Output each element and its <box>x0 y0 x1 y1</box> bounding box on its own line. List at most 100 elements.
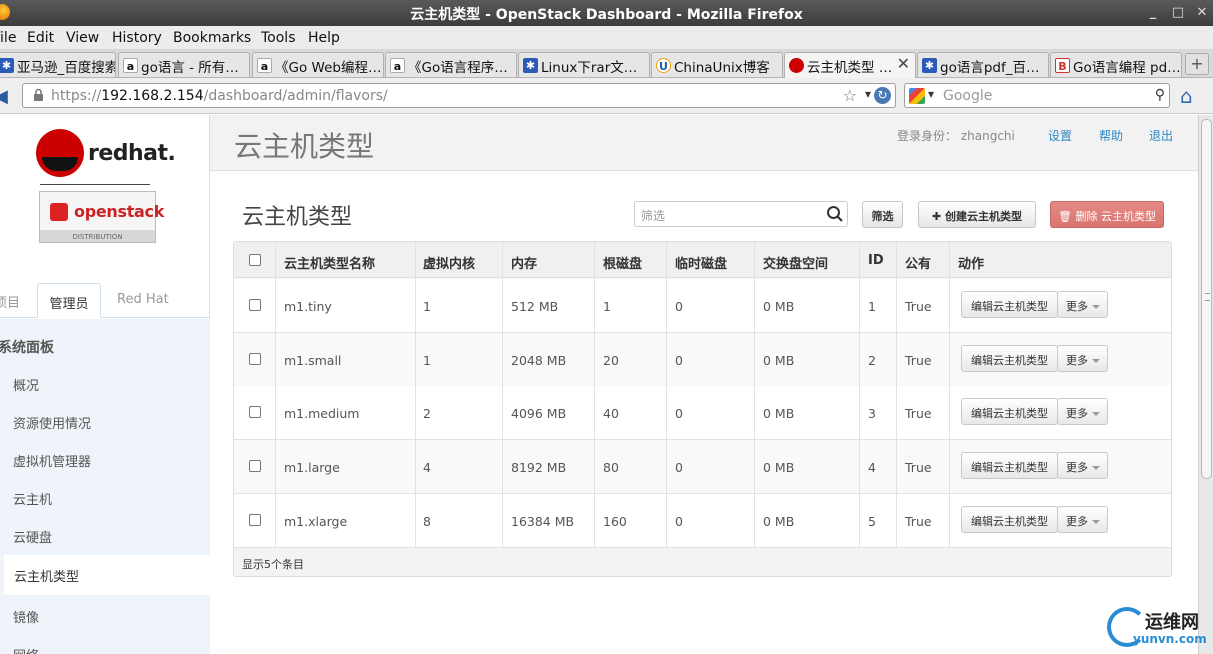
minimize-button[interactable]: _ <box>1143 3 1163 23</box>
vertical-scrollbar[interactable] <box>1198 115 1213 654</box>
menu-help[interactable]: Help <box>308 30 340 46</box>
url-dropdown-icon[interactable]: ▾ <box>865 87 871 101</box>
tab-label: 《Go语言程序… <box>408 60 508 76</box>
more-actions-button[interactable]: 更多 <box>1057 398 1108 425</box>
browser-tab[interactable]: a 《Go语言程序… <box>385 52 517 77</box>
column-header-name[interactable]: 云主机类型名称 <box>284 253 375 272</box>
trash-icon: 🗑 <box>1058 210 1076 223</box>
sidebar-item-networks[interactable]: 网络 <box>13 645 39 654</box>
row-checkbox[interactable] <box>249 299 261 311</box>
url-bar[interactable]: https://192.168.2.154/dashboard/admin/fl… <box>22 83 896 108</box>
search-bar[interactable]: ▾ Google ⚲ <box>904 83 1170 108</box>
close-window-button[interactable]: ✕ <box>1192 3 1212 23</box>
cell-vcpus: 1 <box>423 353 431 368</box>
edit-flavor-button[interactable]: 编辑云主机类型 <box>961 506 1058 533</box>
chinaunix-icon: U <box>656 58 671 73</box>
main-content: 云主机类型 登录身份： zhangchi 设置 帮助 退出 云主机类型 筛选 筛… <box>210 115 1198 654</box>
edit-flavor-button[interactable]: 编辑云主机类型 <box>961 452 1058 479</box>
binoculars-icon[interactable]: ⚲ <box>1155 87 1165 103</box>
edit-flavor-button[interactable]: 编辑云主机类型 <box>961 398 1058 425</box>
back-arrow-icon[interactable]: ◀ <box>0 86 12 107</box>
browser-tab[interactable]: a go语言 - 所有… <box>118 52 250 77</box>
cell-id: 2 <box>868 353 876 368</box>
browser-tab[interactable]: ✱ 亚马逊_百度搜索 <box>0 52 116 77</box>
browser-tab[interactable]: ✱ Linux下rar文… <box>518 52 650 77</box>
delete-flavors-button[interactable]: 🗑 删除 云主机类型 <box>1050 201 1164 228</box>
menu-history[interactable]: History <box>112 30 162 46</box>
cell-root-disk: 80 <box>603 460 619 475</box>
row-checkbox[interactable] <box>249 406 261 418</box>
row-checkbox[interactable] <box>249 514 261 526</box>
menu-edit[interactable]: Edit <box>27 30 54 46</box>
more-actions-button[interactable]: 更多 <box>1057 291 1108 318</box>
b-icon: B <box>1055 58 1070 73</box>
google-icon <box>909 88 925 104</box>
sidebar-item-usage[interactable]: 资源使用情况 <box>13 413 91 432</box>
column-header-id[interactable]: ID <box>868 253 884 268</box>
window-titlebar: 云主机类型 - OpenStack Dashboard - Mozilla Fi… <box>0 0 1213 26</box>
sidebar-item-overview[interactable]: 概况 <box>13 375 39 394</box>
search-input[interactable]: Google <box>943 88 992 104</box>
sidebar-item-flavors[interactable]: 云主机类型 <box>4 555 214 595</box>
browser-tab[interactable]: ✱ go语言pdf_百… <box>917 52 1049 77</box>
column-header-ephemeral[interactable]: 临时磁盘 <box>675 253 727 272</box>
row-checkbox[interactable] <box>249 460 261 472</box>
table-row: m1.xlarge 8 16384 MB 160 0 0 MB 5 True 编… <box>234 494 1171 548</box>
edit-flavor-button[interactable]: 编辑云主机类型 <box>961 345 1058 372</box>
browser-tab[interactable]: B Go语言编程 pd… <box>1050 52 1182 77</box>
tab-redhat[interactable]: Red Hat <box>117 283 177 318</box>
column-header-vcpus[interactable]: 虚拟内核 <box>423 253 475 272</box>
more-actions-button[interactable]: 更多 <box>1057 452 1108 479</box>
column-header-root-disk[interactable]: 根磁盘 <box>603 253 642 272</box>
sidebar-item-volumes[interactable]: 云硬盘 <box>13 527 52 546</box>
sidebar-item-hypervisors[interactable]: 虚拟机管理器 <box>13 451 91 470</box>
select-all-checkbox[interactable] <box>249 254 261 266</box>
cell-root-disk: 20 <box>603 353 619 368</box>
menu-tools[interactable]: Tools <box>261 30 296 46</box>
column-header-ram[interactable]: 内存 <box>511 253 537 272</box>
row-checkbox[interactable] <box>249 353 261 365</box>
table-title: 云主机类型 <box>242 205 353 230</box>
sidebar-item-instances[interactable]: 云主机 <box>13 489 52 508</box>
tab-admin[interactable]: 管理员 <box>37 283 101 318</box>
more-actions-button[interactable]: 更多 <box>1057 506 1108 533</box>
new-tab-button[interactable]: + <box>1185 53 1209 75</box>
tab-project[interactable]: 项目 <box>0 283 24 318</box>
edit-flavor-button[interactable]: 编辑云主机类型 <box>961 291 1058 318</box>
menu-file[interactable]: File <box>0 30 16 46</box>
column-header-swap[interactable]: 交换盘空间 <box>763 253 828 272</box>
browser-tab[interactable]: U ChinaUnix博客 <box>651 52 783 77</box>
menu-view[interactable]: View <box>66 30 99 46</box>
redhat-logo: redhat. <box>36 129 176 179</box>
menu-bookmarks[interactable]: Bookmarks <box>173 30 251 46</box>
more-actions-button[interactable]: 更多 <box>1057 345 1108 372</box>
dashboard-tabs: 项目 管理员 Red Hat <box>0 283 210 318</box>
column-header-public[interactable]: 公有 <box>905 253 931 272</box>
cell-swap: 0 MB <box>763 353 795 368</box>
help-link[interactable]: 帮助 <box>1099 127 1123 144</box>
plus-icon: ✚ <box>931 210 946 223</box>
sidebar-item-images[interactable]: 镜像 <box>13 607 39 626</box>
home-icon[interactable]: ⌂ <box>1180 84 1193 108</box>
filter-button[interactable]: 筛选 <box>862 201 903 228</box>
filter-input[interactable]: 筛选 <box>634 201 848 227</box>
openstack-cube-icon <box>50 203 68 221</box>
logout-link[interactable]: 退出 <box>1149 127 1173 144</box>
create-flavor-button[interactable]: ✚ 创建云主机类型 <box>918 201 1036 228</box>
page-viewport: redhat. openstack DISTRIBUTION 项目 管理员 Re… <box>0 115 1198 654</box>
search-engine-dropdown-icon[interactable]: ▾ <box>928 87 934 101</box>
settings-link[interactable]: 设置 <box>1048 127 1072 144</box>
redhat-icon <box>789 58 804 73</box>
bookmark-star-icon[interactable]: ☆ <box>843 86 857 105</box>
close-tab-icon[interactable]: ✕ <box>897 54 910 73</box>
cell-public: True <box>905 353 932 368</box>
tab-label: Linux下rar文… <box>541 60 638 76</box>
reload-icon[interactable]: ↻ <box>874 87 891 104</box>
browser-tab[interactable]: a 《Go Web编程… <box>252 52 384 77</box>
browser-tab-active[interactable]: 云主机类型 … ✕ <box>784 52 916 78</box>
system-panel-heading: 系统面板 <box>0 340 54 356</box>
table-header: 云主机类型名称 虚拟内核 内存 根磁盘 临时磁盘 交换盘空间 ID 公有 动作 <box>234 242 1171 278</box>
scrollbar-thumb[interactable] <box>1201 119 1212 479</box>
maximize-button[interactable]: □ <box>1168 3 1188 23</box>
page-title: 云主机类型 <box>234 130 375 163</box>
